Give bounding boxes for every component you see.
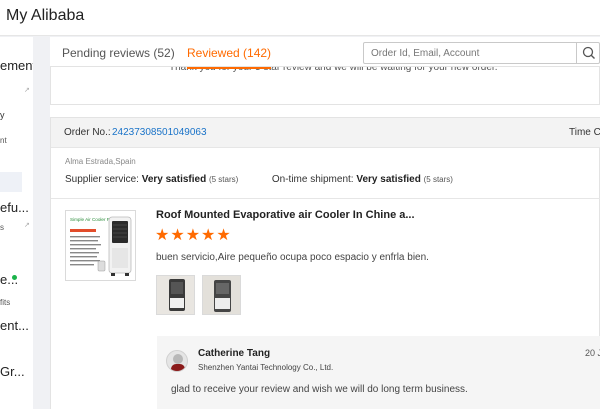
order-number-label: Order No.: — [64, 127, 111, 138]
main-panel: Pending reviews (52) Reviewed (142) Than… — [50, 37, 600, 409]
reply-message: glad to receive your review and wish we … — [171, 384, 468, 395]
product-thumbnail[interactable]: Simple Air Cooler Fan — [65, 210, 136, 281]
shipment-value: Very satisfied — [356, 174, 421, 185]
reply-company: Shenzhen Yantai Technology Co., Ltd. — [198, 363, 334, 372]
sidebar-item[interactable]: y — [0, 110, 5, 120]
order-header: Order No.: 24237308501049063 Time C — [51, 118, 600, 148]
external-link-icon: ↗ — [24, 222, 30, 229]
sidebar-selected-item[interactable] — [0, 172, 22, 192]
status-dot-icon — [12, 275, 17, 280]
star-icon: ★ — [170, 227, 186, 244]
avatar — [166, 350, 188, 372]
sidebar-item[interactable]: ement — [0, 58, 33, 73]
reply-author-name: Catherine Tang — [198, 348, 271, 359]
product-title[interactable]: Roof Mounted Evaporative air Cooler In C… — [156, 209, 415, 221]
star-icon: ★ — [155, 227, 171, 244]
review-star-rating: ★★★★★ — [155, 227, 232, 245]
star-icon: ★ — [201, 227, 217, 244]
star-icon: ★ — [216, 227, 232, 244]
star-icon: ★ — [185, 227, 202, 244]
review-photo-image — [157, 276, 194, 314]
user-avatar-icon — [171, 354, 185, 371]
tab-pending-reviews[interactable]: Pending reviews (52) — [62, 46, 175, 60]
sidebar-item[interactable]: s — [0, 223, 4, 232]
tab-reviewed[interactable]: Reviewed (142) — [187, 46, 272, 69]
search-input[interactable] — [364, 43, 576, 63]
buyer-location: Alma Estrada,Spain — [65, 157, 136, 166]
shipment-stars: (5 stars) — [423, 175, 453, 184]
external-link-icon: ↗ — [24, 87, 30, 94]
divider — [51, 198, 600, 199]
order-number-link[interactable]: 24237308501049063 — [112, 127, 207, 138]
sidebar: ement ↗ y nt efu... s ↗ e... fits ent... Gr... — [0, 37, 33, 409]
order-review-card: Order No.: 24237308501049063 Time C Alma… — [50, 117, 600, 409]
shipment-label: On-time shipment: — [271, 174, 354, 185]
supplier-service-value: Very satisfied — [141, 174, 207, 185]
product-image: Simple Air Cooler Fan — [66, 211, 135, 280]
sidebar-item[interactable]: nt — [0, 136, 7, 145]
supplier-reply: Catherine Tang Shenzhen Yantai Technolog… — [157, 336, 600, 409]
supplier-service-label: Supplier service: — [65, 174, 139, 185]
sidebar-item[interactable]: Gr... — [0, 364, 25, 379]
review-tabs: Pending reviews (52) Reviewed (142) — [50, 37, 600, 69]
review-photo[interactable] — [156, 275, 195, 315]
order-time-label: Time C — [569, 127, 600, 138]
review-photo-image — [203, 276, 240, 314]
search-button[interactable] — [576, 43, 600, 63]
search-box — [363, 42, 600, 64]
search-icon — [582, 46, 595, 59]
top-header: My Alibaba — [0, 0, 600, 36]
sidebar-item[interactable]: efu... — [0, 200, 29, 215]
app-title[interactable]: My Alibaba — [6, 7, 84, 25]
review-text: buen servicio,Aire pequeño ocupa poco es… — [156, 252, 429, 263]
reply-date: 20 J — [585, 348, 600, 358]
supplier-service-stars: (5 stars) — [208, 175, 239, 184]
thumbnail-caption: Simple Air Cooler Fan — [70, 217, 115, 222]
supplier-ratings: Supplier service: Very satisfied (5 star… — [65, 174, 453, 185]
previous-review-card: Thank you for your 5 star review and we … — [50, 62, 600, 105]
review-photo[interactable] — [202, 275, 241, 315]
sidebar-item[interactable]: fits — [0, 298, 10, 307]
sidebar-item[interactable]: ent... — [0, 318, 29, 333]
